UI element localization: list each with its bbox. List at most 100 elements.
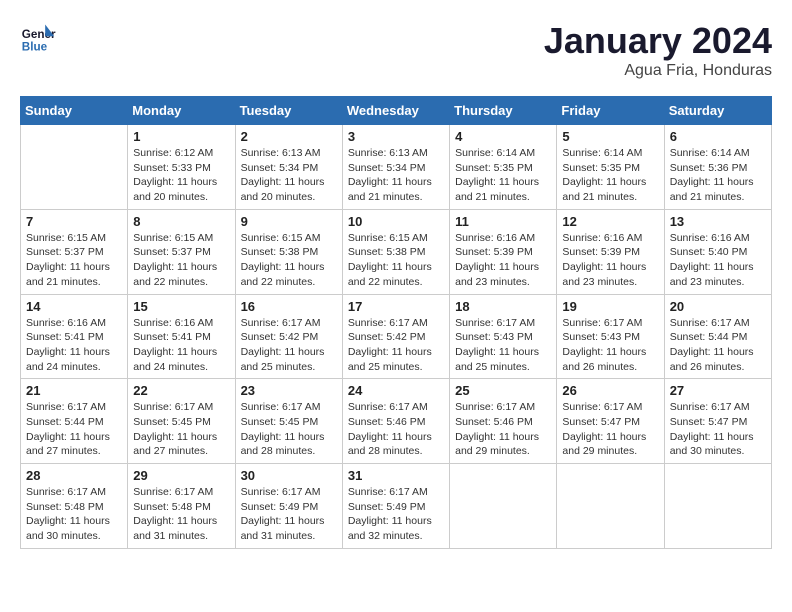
day-info: Sunrise: 6:14 AMSunset: 5:36 PMDaylight:…: [670, 146, 766, 205]
day-number: 25: [455, 383, 551, 398]
day-number: 26: [562, 383, 658, 398]
day-info: Sunrise: 6:16 AMSunset: 5:41 PMDaylight:…: [133, 316, 229, 375]
day-number: 28: [26, 468, 122, 483]
calendar-cell: 21Sunrise: 6:17 AMSunset: 5:44 PMDayligh…: [21, 379, 128, 464]
day-number: 14: [26, 299, 122, 314]
day-number: 21: [26, 383, 122, 398]
day-number: 16: [241, 299, 337, 314]
calendar-cell: [557, 464, 664, 549]
day-number: 19: [562, 299, 658, 314]
calendar-cell: 20Sunrise: 6:17 AMSunset: 5:44 PMDayligh…: [664, 294, 771, 379]
calendar-cell: 4Sunrise: 6:14 AMSunset: 5:35 PMDaylight…: [450, 125, 557, 210]
day-number: 11: [455, 214, 551, 229]
day-info: Sunrise: 6:16 AMSunset: 5:40 PMDaylight:…: [670, 231, 766, 290]
day-info: Sunrise: 6:16 AMSunset: 5:39 PMDaylight:…: [562, 231, 658, 290]
day-info: Sunrise: 6:15 AMSunset: 5:37 PMDaylight:…: [133, 231, 229, 290]
day-info: Sunrise: 6:17 AMSunset: 5:42 PMDaylight:…: [348, 316, 444, 375]
logo: General Blue: [20, 20, 56, 56]
calendar-cell: 2 Sunrise: 6:13 AMSunset: 5:34 PMDaylight…: [235, 125, 342, 210]
day-number: 1: [133, 129, 229, 144]
weekday-header-wednesday: Wednesday: [342, 97, 449, 125]
calendar-cell: 1 Sunrise: 6:12 AMSunset: 5:33 PMDaylight…: [128, 125, 235, 210]
calendar-week-4: 21Sunrise: 6:17 AMSunset: 5:44 PMDayligh…: [21, 379, 772, 464]
calendar-cell: 16 Sunrise: 6:17 AMSunset: 5:42 PMDayligh…: [235, 294, 342, 379]
location-subtitle: Agua Fria, Honduras: [544, 62, 772, 80]
day-info: Sunrise: 6:17 AMSunset: 5:45 PMDaylight:…: [241, 400, 337, 459]
day-info: Sunrise: 6:14 AMSunset: 5:35 PMDaylight:…: [562, 146, 658, 205]
day-info: Sunrise: 6:17 AMSunset: 5:48 PMDaylight:…: [133, 485, 229, 544]
day-number: 27: [670, 383, 766, 398]
calendar-cell: 24 Sunrise: 6:17 AMSunset: 5:46 PMDayligh…: [342, 379, 449, 464]
day-info: Sunrise: 6:17 AMSunset: 5:42 PMDaylight:…: [241, 316, 337, 375]
day-info: Sunrise: 6:17 AMSunset: 5:49 PMDaylight:…: [348, 485, 444, 544]
day-number: 18: [455, 299, 551, 314]
logo-icon: General Blue: [20, 20, 56, 56]
day-info: Sunrise: 6:17 AMSunset: 5:47 PMDaylight:…: [670, 400, 766, 459]
weekday-header-friday: Friday: [557, 97, 664, 125]
calendar-cell: [664, 464, 771, 549]
day-info: Sunrise: 6:17 AMSunset: 5:43 PMDaylight:…: [562, 316, 658, 375]
day-info: Sunrise: 6:17 AMSunset: 5:46 PMDaylight:…: [455, 400, 551, 459]
calendar-cell: 31 Sunrise: 6:17 AMSunset: 5:49 PMDayligh…: [342, 464, 449, 549]
calendar-cell: 27 Sunrise: 6:17 AMSunset: 5:47 PMDayligh…: [664, 379, 771, 464]
calendar-table: SundayMondayTuesdayWednesdayThursdayFrid…: [20, 96, 772, 549]
calendar-cell: 18 Sunrise: 6:17 AMSunset: 5:43 PMDayligh…: [450, 294, 557, 379]
calendar-cell: 28 Sunrise: 6:17 AMSunset: 5:48 PMDayligh…: [21, 464, 128, 549]
month-title: January 2024: [544, 20, 772, 62]
calendar-cell: 15 Sunrise: 6:16 AMSunset: 5:41 PMDayligh…: [128, 294, 235, 379]
calendar-cell: 26 Sunrise: 6:17 AMSunset: 5:47 PMDayligh…: [557, 379, 664, 464]
day-number: 24: [348, 383, 444, 398]
day-number: 29: [133, 468, 229, 483]
day-number: 4: [455, 129, 551, 144]
day-info: Sunrise: 6:13 AMSunset: 5:34 PMDaylight:…: [348, 146, 444, 205]
page-header: General Blue January 2024 Agua Fria, Hon…: [20, 20, 772, 80]
weekday-header-thursday: Thursday: [450, 97, 557, 125]
svg-text:Blue: Blue: [22, 41, 48, 54]
calendar-cell: 13 Sunrise: 6:16 AMSunset: 5:40 PMDayligh…: [664, 209, 771, 294]
day-number: 23: [241, 383, 337, 398]
day-number: 30: [241, 468, 337, 483]
calendar-cell: 25 Sunrise: 6:17 AMSunset: 5:46 PMDayligh…: [450, 379, 557, 464]
calendar-week-3: 14 Sunrise: 6:16 AMSunset: 5:41 PMDayligh…: [21, 294, 772, 379]
calendar-cell: 6 Sunrise: 6:14 AMSunset: 5:36 PMDaylight…: [664, 125, 771, 210]
calendar-week-1: 1 Sunrise: 6:12 AMSunset: 5:33 PMDaylight…: [21, 125, 772, 210]
day-number: 10: [348, 214, 444, 229]
day-number: 8: [133, 214, 229, 229]
calendar-week-5: 28 Sunrise: 6:17 AMSunset: 5:48 PMDayligh…: [21, 464, 772, 549]
calendar-cell: 19 Sunrise: 6:17 AMSunset: 5:43 PMDayligh…: [557, 294, 664, 379]
day-info: Sunrise: 6:17 AMSunset: 5:45 PMDaylight:…: [133, 400, 229, 459]
day-number: 6: [670, 129, 766, 144]
calendar-header: SundayMondayTuesdayWednesdayThursdayFrid…: [21, 97, 772, 125]
day-info: Sunrise: 6:17 AMSunset: 5:46 PMDaylight:…: [348, 400, 444, 459]
day-info: Sunrise: 6:16 AMSunset: 5:39 PMDaylight:…: [455, 231, 551, 290]
calendar-cell: [21, 125, 128, 210]
day-info: Sunrise: 6:15 AMSunset: 5:38 PMDaylight:…: [348, 231, 444, 290]
calendar-cell: 22 Sunrise: 6:17 AMSunset: 5:45 PMDayligh…: [128, 379, 235, 464]
day-info: Sunrise: 6:17 AMSunset: 5:48 PMDaylight:…: [26, 485, 122, 544]
day-number: 7: [26, 214, 122, 229]
day-number: 2: [241, 129, 337, 144]
day-info: Sunrise: 6:17 AMSunset: 5:43 PMDaylight:…: [455, 316, 551, 375]
day-info: Sunrise: 6:13 AMSunset: 5:34 PMDaylight:…: [241, 146, 337, 205]
calendar-cell: 29 Sunrise: 6:17 AMSunset: 5:48 PMDayligh…: [128, 464, 235, 549]
day-number: 17: [348, 299, 444, 314]
day-info: Sunrise: 6:16 AMSunset: 5:41 PMDaylight:…: [26, 316, 122, 375]
weekday-header-tuesday: Tuesday: [235, 97, 342, 125]
day-info: Sunrise: 6:17 AMSunset: 5:49 PMDaylight:…: [241, 485, 337, 544]
day-number: 13: [670, 214, 766, 229]
day-number: 22: [133, 383, 229, 398]
calendar-cell: 5Sunrise: 6:14 AMSunset: 5:35 PMDaylight…: [557, 125, 664, 210]
calendar-cell: 23 Sunrise: 6:17 AMSunset: 5:45 PMDayligh…: [235, 379, 342, 464]
day-info: Sunrise: 6:17 AMSunset: 5:47 PMDaylight:…: [562, 400, 658, 459]
calendar-cell: 14 Sunrise: 6:16 AMSunset: 5:41 PMDayligh…: [21, 294, 128, 379]
weekday-header-saturday: Saturday: [664, 97, 771, 125]
day-info: Sunrise: 6:15 AMSunset: 5:37 PMDaylight:…: [26, 231, 122, 290]
calendar-cell: 3Sunrise: 6:13 AMSunset: 5:34 PMDaylight…: [342, 125, 449, 210]
weekday-header-monday: Monday: [128, 97, 235, 125]
day-number: 31: [348, 468, 444, 483]
day-info: Sunrise: 6:12 AMSunset: 5:33 PMDaylight:…: [133, 146, 229, 205]
title-block: January 2024 Agua Fria, Honduras: [544, 20, 772, 80]
day-number: 15: [133, 299, 229, 314]
calendar-cell: [450, 464, 557, 549]
day-number: 9: [241, 214, 337, 229]
